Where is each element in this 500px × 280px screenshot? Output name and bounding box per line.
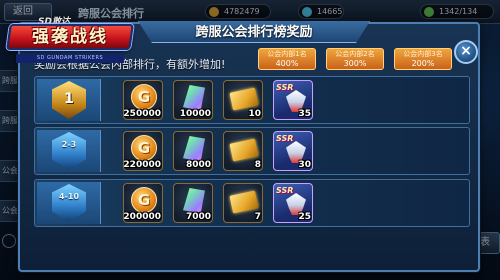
rank-badge: 4-10 (37, 182, 101, 224)
gold-ticket-icon (229, 138, 259, 162)
ssr-tag: SSR (276, 134, 294, 143)
gold-medal-icon: 1 (52, 81, 86, 119)
gold-coin-icon: G (131, 135, 157, 161)
blue-medal-icon: 2-3 (52, 132, 86, 170)
logo-main-plate: 强袭战线 (6, 24, 134, 50)
reward-gold-ticket[interactable]: 10 (223, 80, 263, 120)
gold-ticket-icon (229, 190, 259, 214)
crystal-icon (183, 136, 205, 162)
crystal-icon (183, 188, 205, 214)
dialog-header: 跨服公会排行榜奖励 (138, 21, 370, 43)
rank-row-2: 2-3 G 220000 8000 8 SSR 30 (34, 127, 470, 175)
rank-row-3: 4-10 G 200000 7000 7 SSR 25 (34, 179, 470, 227)
bonus-tag-rank-2: 公会内部2名 300% (326, 48, 384, 70)
dialog-title: 跨服公会排行榜奖励 (195, 25, 313, 40)
rank-badge: 2-3 (37, 130, 101, 172)
logo-main-text: 强袭战线 (32, 27, 108, 47)
reward-ssr-card[interactable]: SSR 30 (273, 131, 313, 171)
reward-gold-ticket[interactable]: 8 (223, 131, 263, 171)
reward-crystal[interactable]: 8000 (173, 131, 213, 171)
ssr-tag: SSR (276, 186, 294, 195)
gold-coin-icon: G (131, 84, 157, 110)
reward-crystal[interactable]: 7000 (173, 183, 213, 223)
reward-ssr-card[interactable]: SSR 35 (273, 80, 313, 120)
rank-badge: 1 (37, 79, 101, 121)
gold-ticket-icon (229, 87, 259, 111)
bonus-tag-rank-1: 公会内部1名 400% (258, 48, 316, 70)
game-logo: SD敢达 强袭战线 SD GUNDAM STRIKERS (6, 14, 144, 68)
close-icon: × (460, 43, 472, 59)
reward-gold-coin[interactable]: G 220000 (123, 131, 163, 171)
reward-gold-ticket[interactable]: 7 (223, 183, 263, 223)
reward-ssr-card[interactable]: SSR 25 (273, 183, 313, 223)
logo-subtitle: SD GUNDAM STRIKERS (16, 54, 124, 63)
blue-medal-icon: 4-10 (52, 184, 86, 222)
crystal-icon (183, 85, 205, 111)
bonus-tag-rank-3: 公会内部3名 200% (394, 48, 452, 70)
rank-row-1: 1 G 250000 10000 10 SSR 35 (34, 76, 470, 124)
reward-gold-coin[interactable]: G 200000 (123, 183, 163, 223)
reward-crystal[interactable]: 10000 (173, 80, 213, 120)
gold-coin-icon: G (131, 187, 157, 213)
close-button[interactable]: × (454, 40, 478, 64)
ssr-tag: SSR (276, 83, 294, 92)
reward-gold-coin[interactable]: G 250000 (123, 80, 163, 120)
